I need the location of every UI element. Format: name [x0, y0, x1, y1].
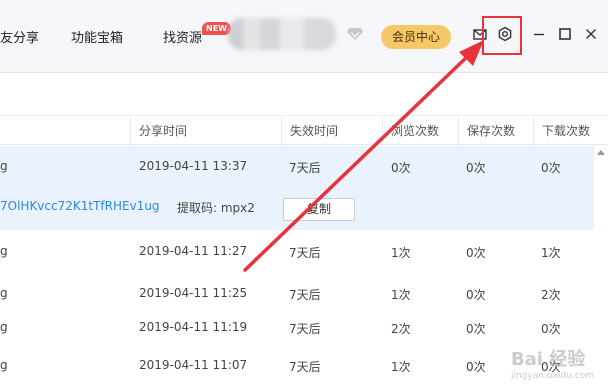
minimize-icon[interactable] [531, 26, 547, 42]
maximize-icon[interactable] [557, 26, 573, 42]
row-filename: g [0, 358, 8, 372]
row-saves: 0次 [466, 288, 486, 302]
row-views: 1次 [391, 360, 411, 374]
share-link[interactable]: 7OlHKvcc72K1tTfRHEv1ug [0, 199, 160, 213]
nav-toolbox[interactable]: 功能宝箱 [71, 27, 123, 46]
column-header: 分享时间 失效时间 浏览次数 保存次数 下载次数 [0, 115, 608, 146]
share-detail: 7OlHKvcc72K1tTfRHEv1ug 提取码: mpx2 复制 [0, 190, 594, 224]
nav-find-resources[interactable]: 找资源 [163, 27, 202, 46]
row-share-time: 2019-04-11 11:07 [139, 358, 248, 372]
blurred-user-info[interactable] [228, 18, 336, 50]
row-views: 1次 [391, 246, 411, 260]
row-saves: 0次 [466, 246, 486, 260]
row-expire: 7天后 [289, 360, 321, 374]
table-row[interactable]: g 2019-04-11 11:25 7天后 1次 0次 2次 [0, 275, 594, 320]
row-expire: 7天后 [289, 288, 321, 302]
table-row-selected[interactable]: g 2019-04-11 13:37 7天后 0次 0次 0次 7OlHKvcc… [0, 146, 594, 230]
scroll-up-arrow-icon[interactable] [597, 150, 605, 155]
row-downloads: 2次 [541, 288, 561, 302]
row-views: 2次 [391, 322, 411, 336]
row-downloads: 0次 [541, 161, 561, 175]
row-share-time: 2019-04-11 11:25 [139, 286, 248, 300]
watermark-sub: jingyan.baidu.com [510, 371, 594, 381]
scrollbar[interactable] [594, 146, 608, 387]
row-views: 1次 [391, 288, 411, 302]
diamond-icon [347, 28, 363, 40]
new-badge: NEW [202, 22, 231, 35]
row-saves: 0次 [466, 322, 486, 336]
col-downloads[interactable]: 下载次数 [533, 116, 608, 146]
col-share-time[interactable]: 分享时间 [130, 116, 281, 146]
row-filename: g [0, 320, 8, 334]
copy-button[interactable]: 复制 [283, 198, 355, 221]
row-expire: 7天后 [289, 246, 321, 260]
app-window: 友分享 功能宝箱 找资源 NEW 会员中心 分享时间 失效时间 浏览次数 保存次… [0, 0, 608, 387]
nav-share[interactable]: 友分享 [0, 27, 39, 46]
row-expire: 7天后 [289, 161, 321, 175]
row-views: 0次 [391, 161, 411, 175]
row-share-time: 2019-04-11 11:19 [139, 320, 248, 334]
row-downloads: 0次 [541, 322, 561, 336]
table-row[interactable]: g 2019-04-11 11:27 7天后 1次 0次 1次 [0, 230, 594, 275]
watermark-text: Bai 经验 [510, 349, 586, 370]
row-saves: 0次 [466, 161, 486, 175]
row-filename: g [0, 159, 8, 173]
row-expire: 7天后 [289, 322, 321, 336]
watermark: Bai 经验 jingyan.baidu.com [511, 345, 594, 381]
row-saves: 0次 [466, 360, 486, 374]
col-views[interactable]: 浏览次数 [382, 116, 458, 146]
row-filename: g [0, 286, 8, 300]
table-row[interactable]: g 2019-04-11 11:07 7天后 1次 0次 0次 [0, 354, 594, 384]
vip-center-button[interactable]: 会员中心 [381, 25, 451, 49]
extract-code: 提取码: mpx2 [177, 201, 255, 215]
row-downloads: 1次 [541, 246, 561, 260]
share-list: 分享时间 失效时间 浏览次数 保存次数 下载次数 g 2019-04-11 13… [0, 73, 608, 387]
col-expire-time[interactable]: 失效时间 [281, 116, 382, 146]
row-filename: g [0, 244, 8, 258]
close-icon[interactable] [583, 26, 599, 42]
col-saves[interactable]: 保存次数 [458, 116, 533, 146]
row-share-time: 2019-04-11 11:27 [139, 244, 248, 258]
settings-highlight-box [482, 16, 522, 55]
row-share-time: 2019-04-11 13:37 [139, 159, 248, 173]
top-bar: 友分享 功能宝箱 找资源 NEW 会员中心 [0, 0, 608, 73]
